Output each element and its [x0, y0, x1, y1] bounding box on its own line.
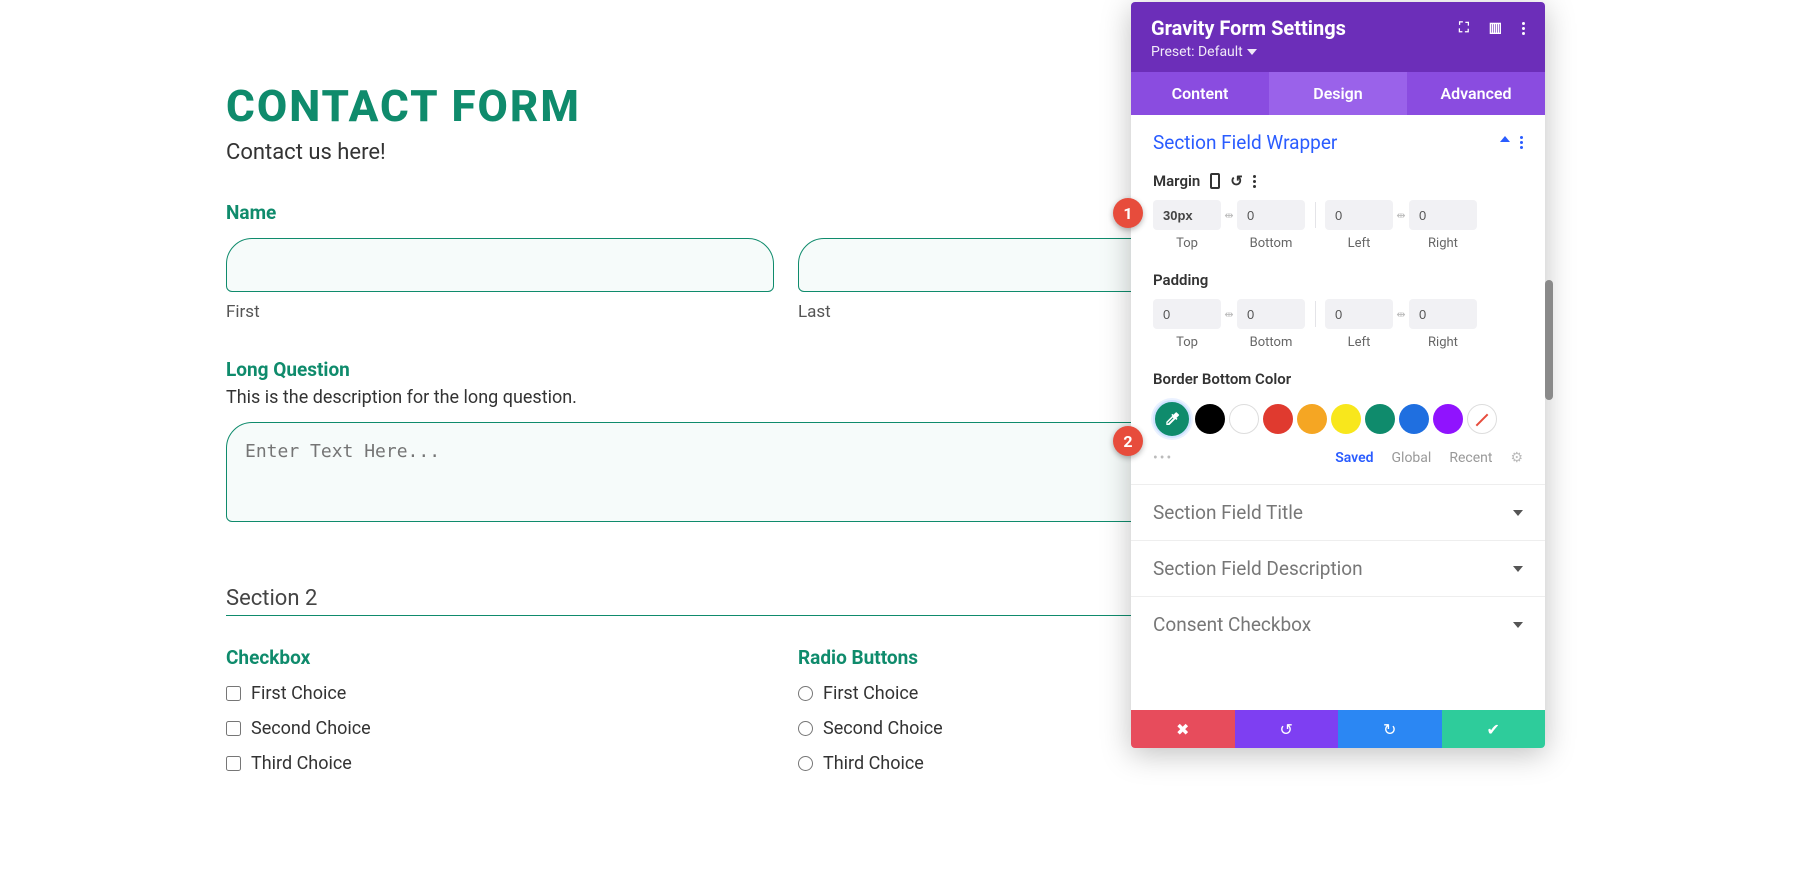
chevron-down-icon	[1513, 510, 1523, 516]
checkbox-input[interactable]	[226, 686, 241, 701]
kebab-icon[interactable]	[1253, 175, 1256, 188]
color-swatch[interactable]	[1263, 404, 1293, 434]
eyedropper-icon	[1163, 410, 1181, 428]
check-icon: ✔	[1487, 720, 1500, 739]
padding-top-input[interactable]	[1153, 299, 1221, 329]
radio-input[interactable]	[798, 721, 813, 736]
redo-button[interactable]: ↻	[1338, 710, 1442, 748]
padding-left-input[interactable]	[1325, 299, 1393, 329]
consent-checkbox-toggle[interactable]: Consent Checkbox	[1131, 596, 1545, 652]
checkbox-label: Checkbox	[226, 646, 774, 669]
choice-text: Second Choice	[251, 718, 371, 739]
undo-button[interactable]: ↺	[1235, 710, 1339, 748]
margin-top-input[interactable]	[1153, 200, 1221, 230]
color-swatch[interactable]	[1433, 404, 1463, 434]
divider	[1315, 202, 1316, 228]
padding-label: Padding	[1153, 271, 1523, 289]
color-swatch-none[interactable]	[1467, 404, 1497, 434]
section-field-wrapper-toggle[interactable]: Section Field Wrapper	[1131, 115, 1545, 170]
radio-input[interactable]	[798, 756, 813, 771]
margin-label: Margin	[1153, 172, 1200, 190]
section-field-title-toggle[interactable]: Section Field Title	[1131, 484, 1545, 540]
section-label: Section Field Description	[1153, 557, 1363, 580]
checkbox-option[interactable]: Third Choice	[226, 753, 774, 774]
link-icon[interactable]: ⇹	[1221, 308, 1237, 321]
first-sublabel: First	[226, 302, 774, 322]
radio-option[interactable]: Third Choice	[798, 753, 1346, 774]
columns-icon[interactable]: ▥	[1489, 20, 1502, 36]
palette-tab-recent[interactable]: Recent	[1449, 450, 1492, 466]
checkbox-option[interactable]: First Choice	[226, 683, 774, 704]
link-icon[interactable]: ⇹	[1221, 209, 1237, 222]
link-icon[interactable]: ⇹	[1393, 209, 1409, 222]
divider	[1315, 301, 1316, 327]
chevron-down-icon	[1513, 566, 1523, 572]
color-swatch[interactable]	[1229, 404, 1259, 434]
tab-content[interactable]: Content	[1131, 72, 1269, 115]
color-swatch[interactable]	[1195, 404, 1225, 434]
choice-text: Second Choice	[823, 718, 943, 739]
border-bottom-color-label: Border Bottom Color	[1153, 370, 1523, 388]
padding-bottom-input[interactable]	[1237, 299, 1305, 329]
settings-panel: Gravity Form Settings ⛶ ▥ Preset: Defaul…	[1131, 2, 1545, 748]
kebab-icon[interactable]	[1522, 22, 1525, 35]
color-swatch[interactable]	[1331, 404, 1361, 434]
color-swatch[interactable]	[1365, 404, 1395, 434]
close-icon: ✖	[1176, 720, 1189, 739]
link-icon[interactable]: ⇹	[1393, 308, 1409, 321]
side-label: Left	[1325, 236, 1393, 251]
choice-text: First Choice	[251, 683, 346, 704]
color-swatch-active[interactable]	[1153, 400, 1191, 438]
padding-right-input[interactable]	[1409, 299, 1477, 329]
side-label: Top	[1153, 236, 1221, 251]
color-swatch[interactable]	[1399, 404, 1429, 434]
side-label: Top	[1153, 335, 1221, 350]
kebab-icon[interactable]	[1520, 136, 1523, 149]
checkbox-input[interactable]	[226, 721, 241, 736]
tab-design[interactable]: Design	[1269, 72, 1407, 115]
save-button[interactable]: ✔	[1442, 710, 1546, 748]
tab-advanced[interactable]: Advanced	[1407, 72, 1545, 115]
palette-tab-global[interactable]: Global	[1392, 450, 1432, 466]
chevron-up-icon	[1500, 136, 1510, 142]
section-label: Section Field Wrapper	[1153, 131, 1337, 154]
scrollbar-handle[interactable]	[1545, 280, 1553, 400]
first-name-input[interactable]	[226, 238, 774, 292]
undo-icon: ↺	[1280, 720, 1293, 739]
responsive-icon[interactable]	[1210, 173, 1220, 189]
preset-dropdown[interactable]: Preset: Default	[1151, 44, 1525, 60]
side-label: Right	[1409, 236, 1477, 251]
section-field-description-toggle[interactable]: Section Field Description	[1131, 540, 1545, 596]
margin-bottom-input[interactable]	[1237, 200, 1305, 230]
more-icon[interactable]: •••	[1153, 450, 1173, 466]
redo-icon: ↻	[1383, 720, 1396, 739]
section-label: Consent Checkbox	[1153, 613, 1311, 636]
color-swatch[interactable]	[1297, 404, 1327, 434]
chevron-down-icon	[1513, 622, 1523, 628]
palette-tab-saved[interactable]: Saved	[1335, 450, 1373, 466]
cancel-button[interactable]: ✖	[1131, 710, 1235, 748]
checkbox-option[interactable]: Second Choice	[226, 718, 774, 739]
margin-right-input[interactable]	[1409, 200, 1477, 230]
radio-input[interactable]	[798, 686, 813, 701]
choice-text: First Choice	[823, 683, 918, 704]
checkbox-input[interactable]	[226, 756, 241, 771]
callout-badge-1: 1	[1113, 198, 1143, 228]
preset-label: Preset: Default	[1151, 44, 1243, 60]
reset-icon[interactable]: ↺	[1230, 172, 1243, 190]
expand-icon[interactable]: ⛶	[1459, 20, 1469, 36]
side-label: Left	[1325, 335, 1393, 350]
margin-left-input[interactable]	[1325, 200, 1393, 230]
side-label: Bottom	[1237, 335, 1305, 350]
side-label: Bottom	[1237, 236, 1305, 251]
panel-title: Gravity Form Settings	[1151, 16, 1346, 40]
choice-text: Third Choice	[823, 753, 924, 774]
callout-badge-2: 2	[1113, 426, 1143, 456]
gear-icon[interactable]: ⚙	[1510, 450, 1523, 466]
chevron-down-icon	[1247, 49, 1257, 55]
section-label: Section Field Title	[1153, 501, 1303, 524]
choice-text: Third Choice	[251, 753, 352, 774]
side-label: Right	[1409, 335, 1477, 350]
